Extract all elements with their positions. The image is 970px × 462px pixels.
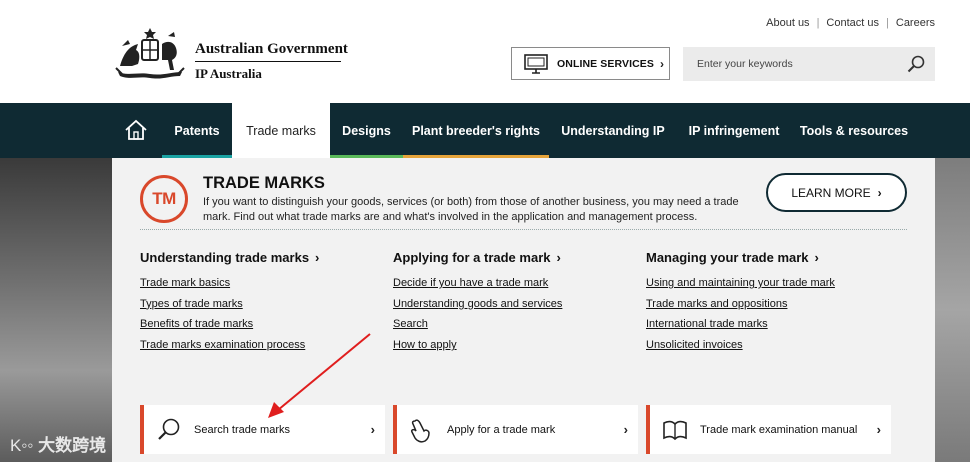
- quick-link-label: Apply for a trade mark: [447, 423, 556, 436]
- search-icon[interactable]: [907, 55, 925, 73]
- page-title: TRADE MARKS: [203, 174, 325, 192]
- nav-label: Tools & resources: [799, 123, 909, 138]
- search-input[interactable]: [683, 58, 893, 70]
- hand-pointer-icon: [411, 418, 430, 443]
- link-benefits-of-trade-marks[interactable]: Benefits of trade marks: [140, 314, 319, 335]
- monitor-icon: [524, 53, 548, 74]
- link-decide-if-trade-mark[interactable]: Decide if you have a trade mark: [393, 273, 562, 294]
- chevron-right-icon: ›: [556, 250, 561, 265]
- main-navigation: Patents Trade marks Designs Plant breede…: [0, 103, 970, 158]
- contact-us-link[interactable]: Contact us: [826, 17, 879, 29]
- nav-label: Trade marks: [246, 123, 316, 138]
- link-goods-and-services[interactable]: Understanding goods and services: [393, 294, 562, 315]
- column-heading-link[interactable]: Understanding trade marks ›: [140, 250, 319, 265]
- link-using-maintaining[interactable]: Using and maintaining your trade mark: [646, 273, 835, 294]
- coat-of-arms-icon: [115, 28, 185, 79]
- background-photo-right: [935, 158, 970, 462]
- column-understanding: Understanding trade marks › Trade mark ba…: [140, 250, 319, 356]
- link-international[interactable]: International trade marks: [646, 314, 835, 335]
- nav-patents[interactable]: Patents: [162, 103, 232, 158]
- tm-badge-text: TM: [152, 189, 176, 208]
- chevron-right-icon: ›: [876, 422, 881, 437]
- link-oppositions[interactable]: Trade marks and oppositions: [646, 294, 835, 315]
- column-managing: Managing your trade mark › Using and main…: [646, 250, 835, 356]
- apply-trade-mark-card[interactable]: Apply for a trade mark ›: [393, 405, 638, 454]
- careers-link[interactable]: Careers: [896, 17, 935, 29]
- online-services-label: ONLINE SERVICES: [557, 57, 654, 70]
- about-us-link[interactable]: About us: [766, 17, 809, 29]
- chevron-right-icon: ›: [370, 422, 375, 437]
- nav-label: Plant breeder's rights: [411, 123, 540, 138]
- logo-divider: [195, 61, 341, 62]
- link-unsolicited-invoices[interactable]: Unsolicited invoices: [646, 335, 835, 356]
- nav-label: Patents: [174, 123, 220, 138]
- site-search: [683, 47, 935, 81]
- nav-understanding-ip[interactable]: Understanding IP: [552, 103, 674, 158]
- home-icon[interactable]: [124, 119, 148, 141]
- quick-link-label: Search trade marks: [194, 423, 290, 436]
- nav-designs[interactable]: Designs: [330, 103, 403, 158]
- quick-link-label: Trade mark examination manual: [700, 423, 858, 436]
- online-services-button[interactable]: ONLINE SERVICES ›: [511, 47, 670, 80]
- link-types-of-trade-marks[interactable]: Types of trade marks: [140, 294, 319, 315]
- chevron-right-icon: ›: [814, 250, 819, 265]
- logo-government-text: Australian Government: [195, 41, 348, 57]
- chevron-right-icon: ›: [315, 250, 320, 265]
- open-book-icon: [663, 420, 687, 440]
- background-photo-left: [0, 158, 112, 462]
- divider: [140, 229, 907, 230]
- separator: |: [886, 17, 889, 29]
- ip-australia-logo[interactable]: Australian Government IP Australia: [112, 26, 352, 84]
- utility-links: About us | Contact us | Careers: [766, 17, 935, 29]
- watermark-logo: K◦◦ 大数跨境: [10, 436, 107, 455]
- page-description: If you want to distinguish your goods, s…: [203, 196, 739, 223]
- column-heading-text: Understanding trade marks: [140, 250, 310, 265]
- nav-label: Understanding IP: [561, 123, 665, 138]
- nav-trade-marks[interactable]: Trade marks: [232, 103, 330, 158]
- link-how-to-apply[interactable]: How to apply: [393, 335, 562, 356]
- search-trade-marks-card[interactable]: Search trade marks ›: [140, 405, 385, 454]
- link-examination-process[interactable]: Trade marks examination process: [140, 335, 319, 356]
- logo-agency-text: IP Australia: [195, 66, 262, 81]
- tm-badge-icon: TM: [140, 175, 188, 223]
- separator: |: [816, 17, 820, 29]
- learn-more-label: LEARN MORE: [791, 185, 871, 200]
- column-applying: Applying for a trade mark › Decide if you…: [393, 250, 562, 356]
- examination-manual-card[interactable]: Trade mark examination manual ›: [646, 405, 891, 454]
- nav-tools-resources[interactable]: Tools & resources: [795, 103, 913, 158]
- nav-ip-infringement[interactable]: IP infringement: [678, 103, 790, 158]
- magnifier-icon: [158, 418, 180, 440]
- site-header: About us | Contact us | Careers Australi…: [0, 0, 970, 103]
- chevron-right-icon: ›: [660, 56, 664, 71]
- trade-marks-panel: TM TRADE MARKS If you want to distinguis…: [112, 158, 935, 462]
- nav-plant-breeders-rights[interactable]: Plant breeder's rights: [403, 103, 549, 158]
- column-heading-text: Managing your trade mark: [646, 250, 809, 265]
- chevron-right-icon: ›: [877, 185, 882, 200]
- chevron-right-icon: ›: [623, 422, 628, 437]
- learn-more-button[interactable]: LEARN MORE ›: [766, 173, 907, 212]
- link-search[interactable]: Search: [393, 314, 562, 335]
- link-trade-mark-basics[interactable]: Trade mark basics: [140, 273, 319, 294]
- column-heading-link[interactable]: Applying for a trade mark ›: [393, 250, 562, 265]
- column-heading-text: Applying for a trade mark: [393, 250, 551, 265]
- column-heading-link[interactable]: Managing your trade mark ›: [646, 250, 835, 265]
- watermark-text: 大数跨境: [38, 436, 107, 455]
- nav-label: Designs: [342, 123, 391, 138]
- nav-label: IP infringement: [688, 123, 780, 138]
